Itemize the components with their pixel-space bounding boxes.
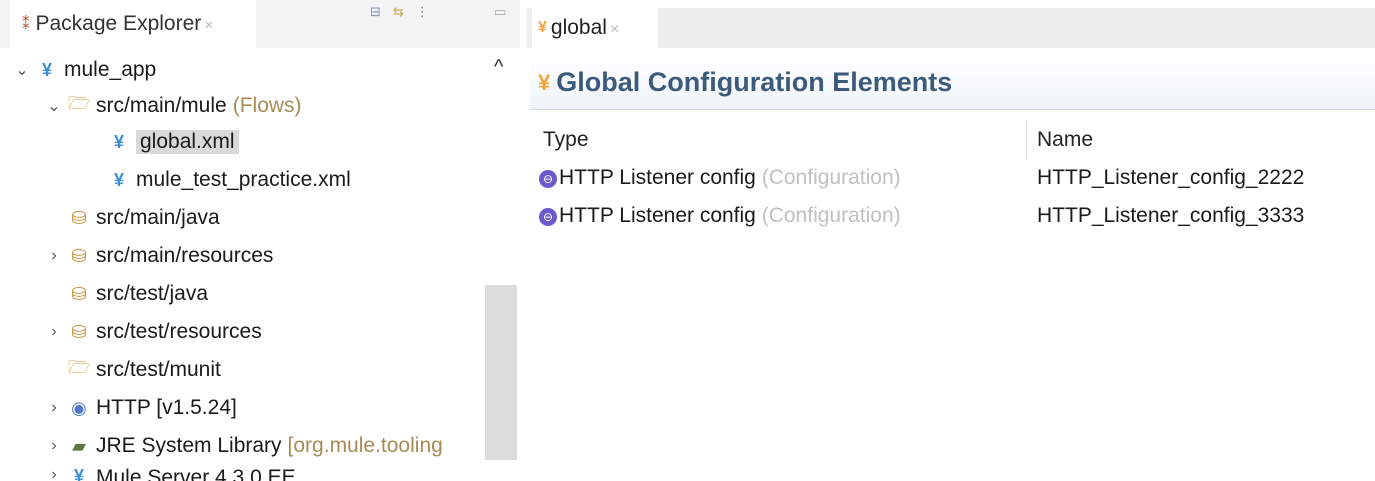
table-header-row: Type Name [527, 122, 1375, 160]
minimize-icon[interactable]: ▭ [494, 4, 506, 20]
mule-server-icon: ¥ [73, 466, 84, 481]
configuration-icon: ⊖ [539, 170, 557, 188]
tree-item-mule-server[interactable]: › ¥ Mule Server 4.3.0 EE [42, 466, 296, 481]
tree-item-hint: [org.mule.tooling [287, 434, 443, 457]
view-toolbar: ⊟ ⇆ ⋮ [370, 4, 429, 20]
tree-item-label: JRE System Library [96, 434, 282, 457]
tab-global[interactable]: ¥ global × [532, 8, 658, 48]
expand-icon[interactable]: ⌄ [42, 96, 66, 116]
tree-item-src-test-resources[interactable]: › ⛁ src/test/resources [42, 314, 262, 350]
folder-icon: 🗁 [67, 93, 91, 113]
tree-item-label: Mule Server 4.3.0 EE [96, 466, 296, 481]
tree-item-label: src/test/munit [96, 358, 221, 381]
tree-item-mule-test-practice[interactable]: ¥ mule_test_practice.xml [106, 162, 351, 198]
global-elements-editor: ¥ global × ¥ Global Configuration Elemen… [527, 0, 1375, 481]
close-icon[interactable]: × [610, 21, 619, 39]
tab-package-explorer-label: Package Explorer [35, 12, 202, 35]
tree-item-label: src/main/java [96, 206, 220, 229]
package-folder-icon: ⛁ [71, 207, 87, 228]
scroll-up-icon[interactable]: ^ [494, 56, 503, 79]
tree-item-src-main-java[interactable]: ⛁ src/main/java [66, 200, 220, 236]
page-title: Global Configuration Elements [556, 67, 953, 97]
mule-config-icon: ¥ [113, 131, 124, 152]
mule-project-icon: ¥ [41, 59, 52, 80]
package-explorer-tabbar: ⁑ Package Explorer × ⊟ ⇆ ⋮ ▭ [0, 0, 520, 48]
mule-config-icon: ¥ [538, 19, 547, 36]
expand-icon[interactable]: › [42, 466, 66, 481]
view-menu-icon[interactable]: ⋮ [416, 4, 429, 20]
tree-item-hint: (Flows) [232, 94, 302, 117]
table-row[interactable]: ⊖ HTTP Listener config (Configuration) HT… [527, 198, 1375, 236]
tree-item-http-connector[interactable]: › ◉ HTTP [v1.5.24] [42, 390, 237, 426]
row-kind-hint: (Configuration) [761, 166, 901, 189]
library-icon: ▰ [72, 435, 86, 456]
tree-item-src-test-munit[interactable]: 🗁 src/test/munit [66, 352, 221, 388]
tree-item-label: src/test/resources [96, 320, 262, 343]
collapse-all-icon[interactable]: ⊟ [370, 4, 381, 20]
expand-icon[interactable]: ⌄ [10, 60, 34, 80]
tab-global-label: global [550, 16, 607, 39]
expand-icon[interactable]: › [42, 247, 66, 265]
row-type-label: HTTP Listener config [559, 166, 756, 189]
expand-icon[interactable]: › [42, 399, 66, 417]
column-header-name[interactable]: Name [1037, 128, 1093, 152]
tree-item-label: src/main/mule [96, 94, 227, 117]
column-header-type[interactable]: Type [543, 128, 589, 152]
tree-item-mule-app[interactable]: ⌄ ¥ mule_app [10, 52, 156, 88]
close-icon[interactable]: × [204, 17, 213, 35]
package-folder-icon: ⛁ [71, 245, 87, 266]
package-folder-icon: ⛁ [71, 321, 87, 342]
expand-icon[interactable]: › [42, 323, 66, 341]
row-type-cell: ⊖ HTTP Listener config (Configuration) [539, 166, 901, 190]
package-explorer-view: ⁑ Package Explorer × ⊟ ⇆ ⋮ ▭ ^ ⌄ ¥ mule_… [0, 0, 520, 481]
pane-divider[interactable] [520, 0, 527, 481]
tab-package-explorer[interactable]: ⁑ Package Explorer × [10, 0, 256, 48]
row-type-label: HTTP Listener config [559, 204, 756, 227]
configuration-icon: ⊖ [539, 208, 557, 226]
tree-item-label: mule_test_practice.xml [136, 168, 351, 191]
link-with-editor-icon[interactable]: ⇆ [393, 4, 404, 20]
mule-config-icon: ¥ [113, 169, 124, 190]
tree-item-src-main-mule[interactable]: ⌄ 🗁 src/main/mule (Flows) [42, 88, 302, 124]
package-folder-icon: ⛁ [71, 283, 87, 304]
scrollbar-thumb[interactable] [485, 285, 517, 460]
row-type-cell: ⊖ HTTP Listener config (Configuration) [539, 204, 901, 228]
editor-header: ¥ Global Configuration Elements [530, 56, 1375, 110]
mule-logo-icon: ¥ [538, 69, 551, 95]
http-connector-icon: ◉ [71, 397, 87, 418]
editor-tabbar: ¥ global × [527, 8, 1375, 48]
tree-item-label: global.xml [136, 130, 239, 154]
tree-item-jre-library[interactable]: › ▰ JRE System Library [org.mule.tooling [42, 428, 484, 464]
expand-icon[interactable]: › [42, 437, 66, 455]
tree-item-global-xml[interactable]: ¥ global.xml [106, 124, 239, 160]
tree-item-label: src/main/resources [96, 244, 274, 267]
tree-item-label: mule_app [64, 58, 157, 81]
tree-item-src-test-java[interactable]: ⛁ src/test/java [66, 276, 208, 312]
row-name-cell: HTTP_Listener_config_2222 [1037, 166, 1305, 189]
package-explorer-icon: ⁑ [22, 16, 30, 33]
table-row[interactable]: ⊖ HTTP Listener config (Configuration) HT… [527, 160, 1375, 198]
row-kind-hint: (Configuration) [761, 204, 901, 227]
row-name-cell: HTTP_Listener_config_3333 [1037, 204, 1305, 227]
tree-item-label: src/test/java [96, 282, 209, 305]
tree-item-label: HTTP [v1.5.24] [96, 396, 237, 419]
folder-icon: 🗁 [67, 357, 91, 377]
tree-item-src-main-resources[interactable]: › ⛁ src/main/resources [42, 238, 273, 274]
